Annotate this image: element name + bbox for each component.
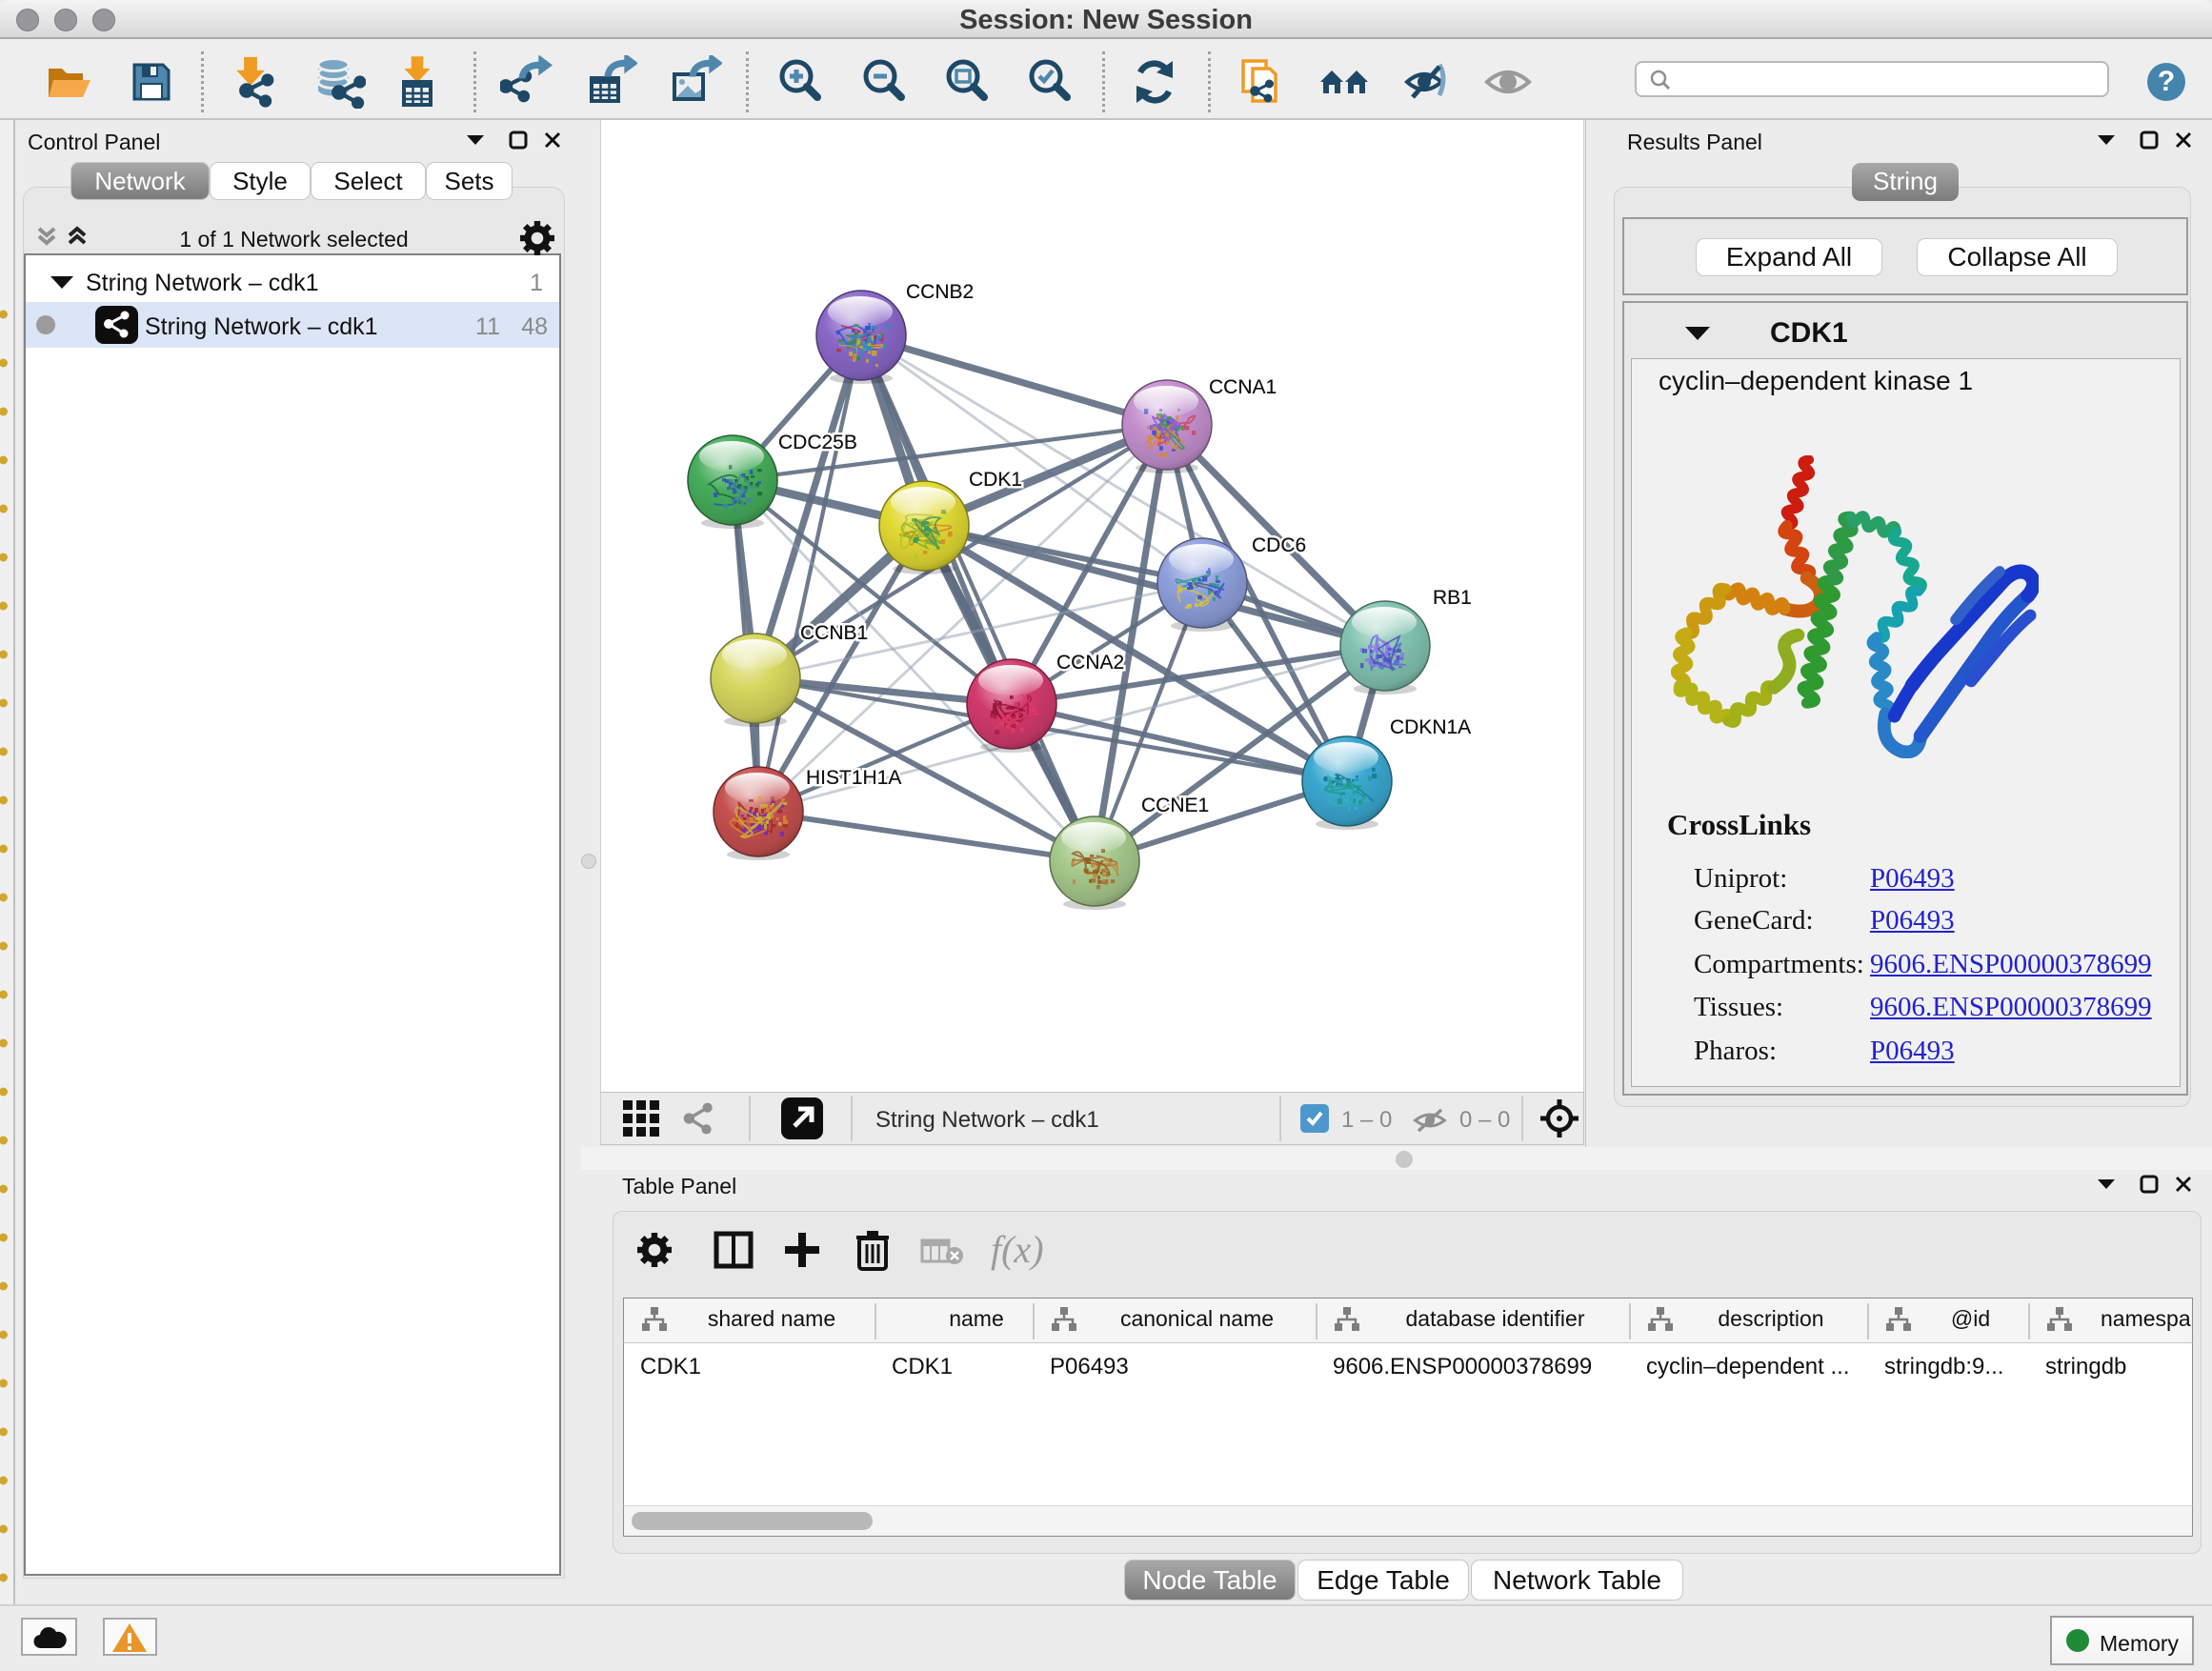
svg-text:CDC6: CDC6 <box>1252 534 1306 556</box>
svg-text:CCNB1: CCNB1 <box>800 622 868 644</box>
svg-text:CDC25B: CDC25B <box>778 432 857 453</box>
svg-text:CCNB2: CCNB2 <box>906 281 974 303</box>
svg-text:RB1: RB1 <box>1433 587 1472 609</box>
svg-text:CDKN1A: CDKN1A <box>1390 716 1471 738</box>
svg-text:CCNA1: CCNA1 <box>1209 376 1277 398</box>
svg-text:CCNE1: CCNE1 <box>1141 795 1209 816</box>
svg-text:HIST1H1A: HIST1H1A <box>806 767 901 789</box>
svg-text:CCNA2: CCNA2 <box>1056 652 1124 674</box>
svg-text:CDK1: CDK1 <box>969 469 1022 491</box>
